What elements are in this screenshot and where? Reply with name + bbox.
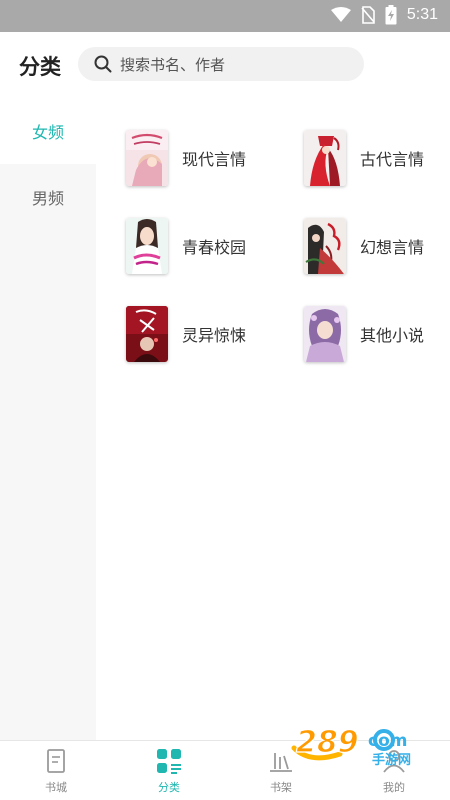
category-label: 其他小说 — [360, 326, 425, 345]
nav-bookstore[interactable]: 书城 — [26, 747, 86, 799]
battery-charging-icon — [385, 5, 397, 25]
book-cover-youth-campus-icon — [126, 218, 168, 274]
sidebar-item-label: 男频 — [31, 189, 64, 208]
book-cover-fantasy-romance-icon — [304, 218, 346, 274]
watermark-domain: com — [368, 731, 407, 751]
category-item[interactable]: 灵异惊悚 — [126, 304, 246, 364]
book-cover-modern-romance-icon — [126, 130, 168, 186]
category-label: 灵异惊悚 — [182, 326, 247, 345]
nav-label: 书架 — [270, 781, 292, 794]
nav-label: 我的 — [383, 781, 405, 794]
book-cover-other-icon — [304, 306, 346, 362]
search-input[interactable]: 搜索书名、作者 — [78, 47, 364, 81]
category-label: 古代言情 — [360, 150, 425, 169]
sidebar-item-male[interactable]: 男频 — [0, 164, 96, 230]
sidebar-item-female[interactable]: 女频 — [0, 98, 96, 164]
category-grid: 现代言情 古代言情 青春校园 幻想言情 灵异惊悚 其他小说 — [96, 98, 450, 740]
page-title: 分类 — [19, 55, 61, 79]
no-sim-icon — [361, 6, 375, 24]
category-item[interactable]: 幻想言情 — [304, 216, 424, 276]
grid-icon — [157, 749, 181, 774]
nav-label: 书城 — [45, 781, 67, 794]
watermark-logo: 289 com 手游网 — [290, 718, 440, 768]
category-item[interactable]: 青春校园 — [126, 216, 246, 276]
search-icon — [94, 55, 112, 73]
category-label: 青春校园 — [182, 238, 247, 257]
nav-category[interactable]: 分类 — [139, 747, 199, 799]
watermark-text: 手游网 — [372, 752, 411, 768]
category-item[interactable]: 现代言情 — [126, 128, 246, 188]
sidebar-item-label: 女频 — [31, 123, 64, 142]
status-bar: 5:31 — [0, 0, 450, 32]
category-item[interactable]: 其他小说 — [304, 304, 424, 364]
category-label: 现代言情 — [182, 150, 247, 169]
category-label: 幻想言情 — [360, 238, 425, 257]
watermark-number: 289 — [296, 725, 359, 760]
book-cover-supernatural-icon — [126, 306, 168, 362]
wifi-icon — [330, 7, 351, 22]
nav-label: 分类 — [158, 781, 180, 794]
book-icon — [47, 749, 65, 773]
book-cover-ancient-romance-icon — [304, 130, 346, 186]
category-sidebar: 女频 男频 — [0, 98, 96, 740]
status-time: 5:31 — [406, 6, 438, 23]
category-item[interactable]: 古代言情 — [304, 128, 424, 188]
header: 分类 搜索书名、作者 — [0, 32, 450, 98]
search-placeholder: 搜索书名、作者 — [120, 55, 226, 74]
